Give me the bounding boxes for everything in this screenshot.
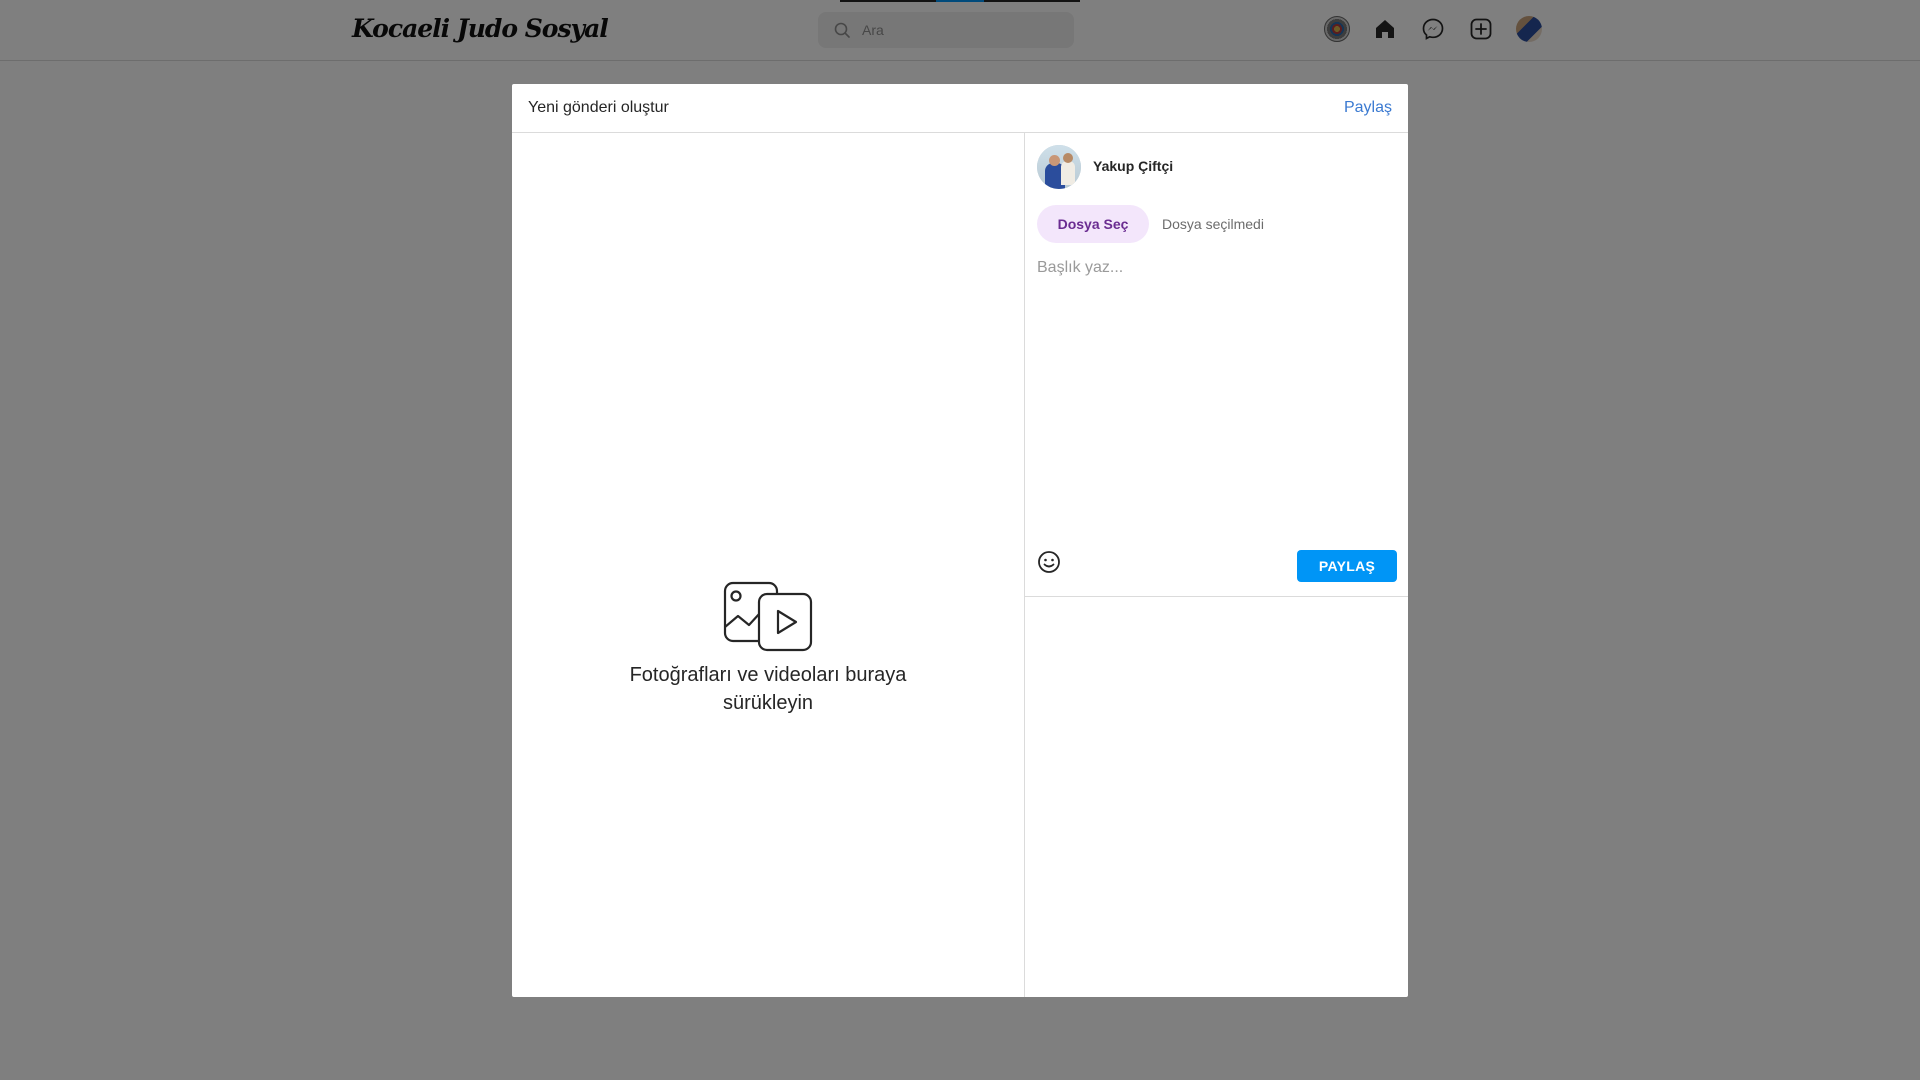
share-button[interactable]: PAYLAŞ [1297,550,1397,582]
modal-header: Yeni gönderi oluştur Paylaş [512,84,1408,133]
create-post-modal: Yeni gönderi oluştur Paylaş Fotoğrafları… [512,84,1408,997]
file-status-text: Dosya seçilmedi [1162,216,1264,232]
username: Yakup Çiftçi [1093,158,1174,174]
choose-file-button[interactable]: Dosya Seç [1037,205,1149,243]
user-avatar [1037,145,1081,189]
post-form: Yakup Çiftçi Dosya Seç Dosya seçilmedi P… [1025,133,1408,597]
modal-title: Yeni gönderi oluştur [528,99,669,116]
post-details-panel: Yakup Çiftçi Dosya Seç Dosya seçilmedi P… [1025,133,1408,997]
drag-drop-text: Fotoğrafları ve videoları buraya sürükle… [629,664,907,714]
caption-textarea[interactable] [1037,259,1392,519]
header-share-link[interactable]: Paylaş [1344,99,1392,117]
media-drop-zone[interactable]: Fotoğrafları ve videoları buraya sürükle… [512,133,1025,997]
photo-video-icon [723,581,813,652]
emoji-icon[interactable] [1037,550,1061,574]
file-input: Dosya Seç Dosya seçilmedi [1037,205,1264,243]
